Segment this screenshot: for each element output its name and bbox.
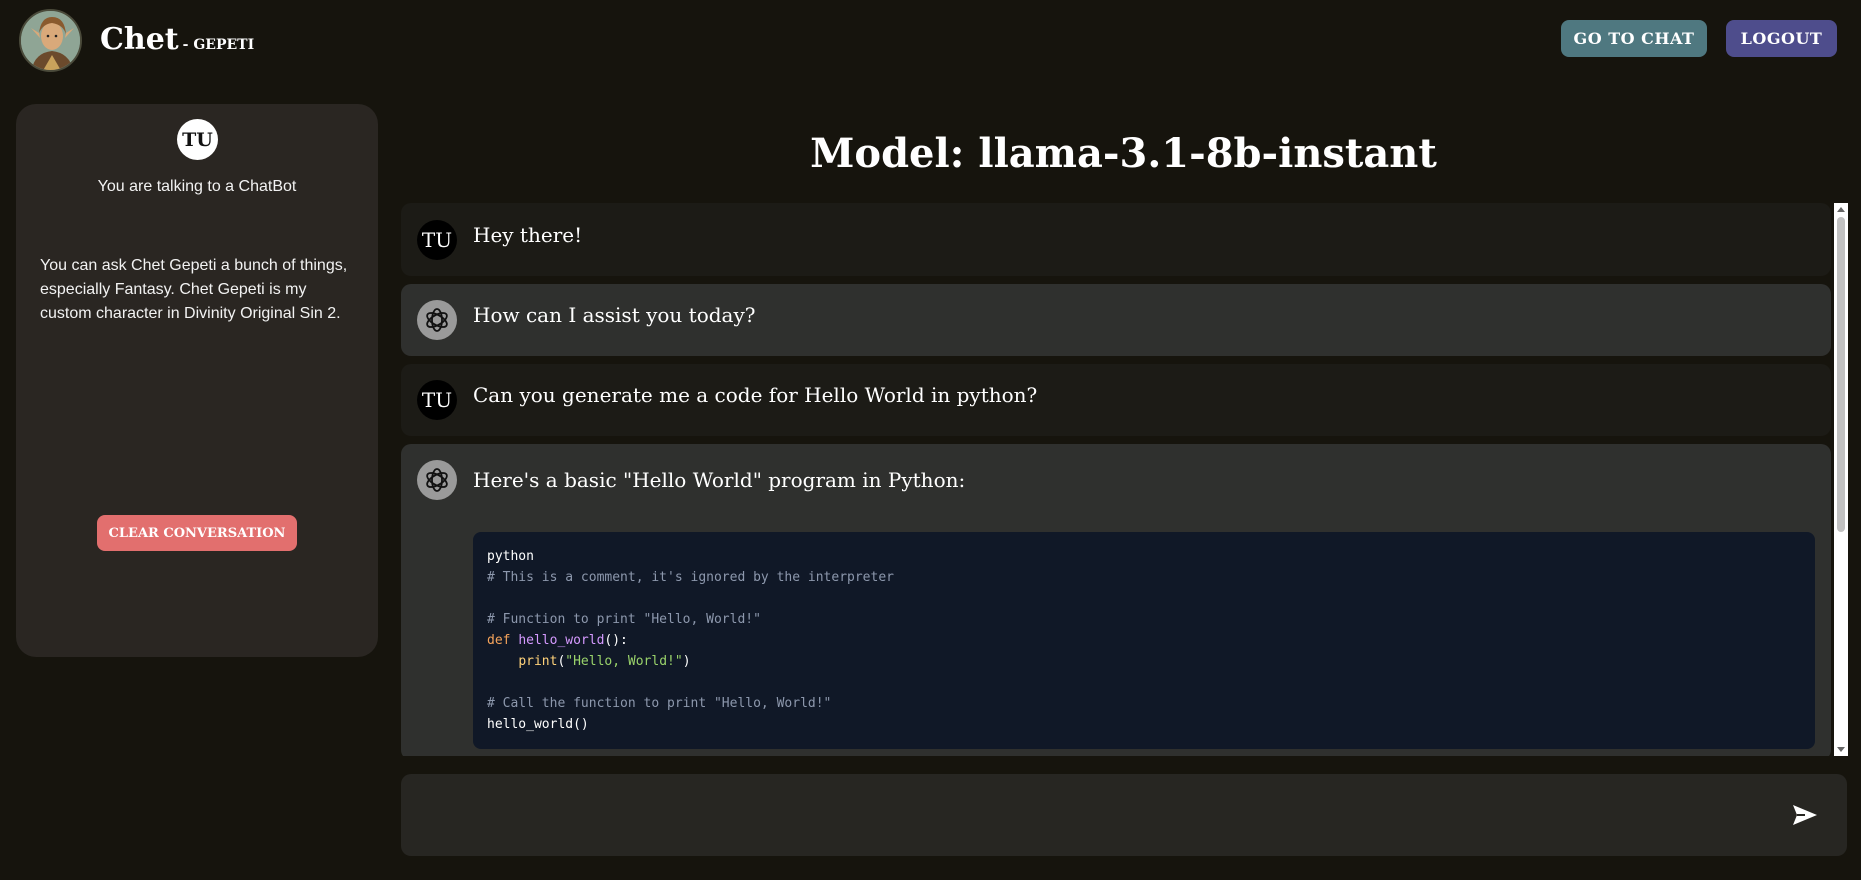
send-button[interactable]: [1789, 799, 1821, 831]
user-avatar: TU: [417, 380, 457, 420]
message-text: How can I assist you today?: [473, 303, 756, 327]
openai-icon: [417, 460, 457, 500]
code-comment: # Call the function to print "Hello, Wor…: [487, 696, 832, 711]
code-lang: python: [487, 549, 534, 564]
user-avatar: TU: [417, 220, 457, 260]
code-line: hello_world(): [487, 717, 589, 732]
send-icon: [1793, 805, 1817, 825]
sidebar: TU You are talking to a ChatBot You can …: [16, 104, 378, 657]
message-text: Hey there!: [473, 223, 583, 247]
clear-conversation-button[interactable]: CLEAR CONVERSATION: [97, 515, 297, 551]
message-text: Here's a basic "Hello World" program in …: [473, 468, 966, 492]
code-comment: # This is a comment, it's ignored by the…: [487, 570, 894, 585]
brand-subtitle: - GEPETI: [182, 37, 255, 53]
character-avatar: [19, 9, 82, 72]
logout-button[interactable]: LOGOUT: [1726, 20, 1837, 57]
message-user: TU Hey there!: [401, 203, 1831, 276]
chat-scrollbar[interactable]: [1834, 203, 1848, 756]
code-keyword: def: [487, 633, 511, 648]
code-string: "Hello, World!": [565, 654, 683, 669]
scroll-thumb[interactable]: [1837, 217, 1845, 532]
scroll-up-icon[interactable]: [1837, 207, 1845, 212]
scroll-down-icon[interactable]: [1837, 747, 1845, 752]
model-title: Model: llama-3.1-8b-instant: [810, 130, 1437, 177]
brand-title: Chet - GEPETI: [100, 22, 254, 57]
message-input[interactable]: [421, 794, 1761, 836]
user-badge: TU: [177, 119, 218, 160]
chatbot-description: You can ask Chet Gepeti a bunch of thing…: [40, 257, 348, 322]
code-function-name: hello_world: [518, 633, 605, 648]
go-to-chat-button[interactable]: GO TO CHAT: [1561, 20, 1707, 57]
message-bot: Here's a basic "Hello World" program in …: [401, 444, 1831, 756]
code-punctuation: ): [682, 654, 691, 669]
openai-icon: [417, 300, 457, 340]
code-comment: # Function to print "Hello, World!": [487, 612, 761, 627]
header: Chet - GEPETI GO TO CHAT LOGOUT: [0, 0, 1861, 90]
message-composer: [401, 774, 1847, 856]
code-punctuation: ():: [604, 633, 628, 648]
message-bot: How can I assist you today?: [401, 284, 1831, 356]
code-call: print: [518, 654, 558, 669]
chat-messages: TU Hey there! How can I assist you today…: [401, 203, 1834, 756]
chatbot-notice: You are talking to a ChatBot: [97, 178, 297, 195]
message-text: Can you generate me a code for Hello Wor…: [473, 383, 1038, 407]
brand-name: Chet: [100, 22, 179, 57]
code-block: python # This is a comment, it's ignored…: [473, 532, 1815, 749]
message-user: TU Can you generate me a code for Hello …: [401, 364, 1831, 436]
